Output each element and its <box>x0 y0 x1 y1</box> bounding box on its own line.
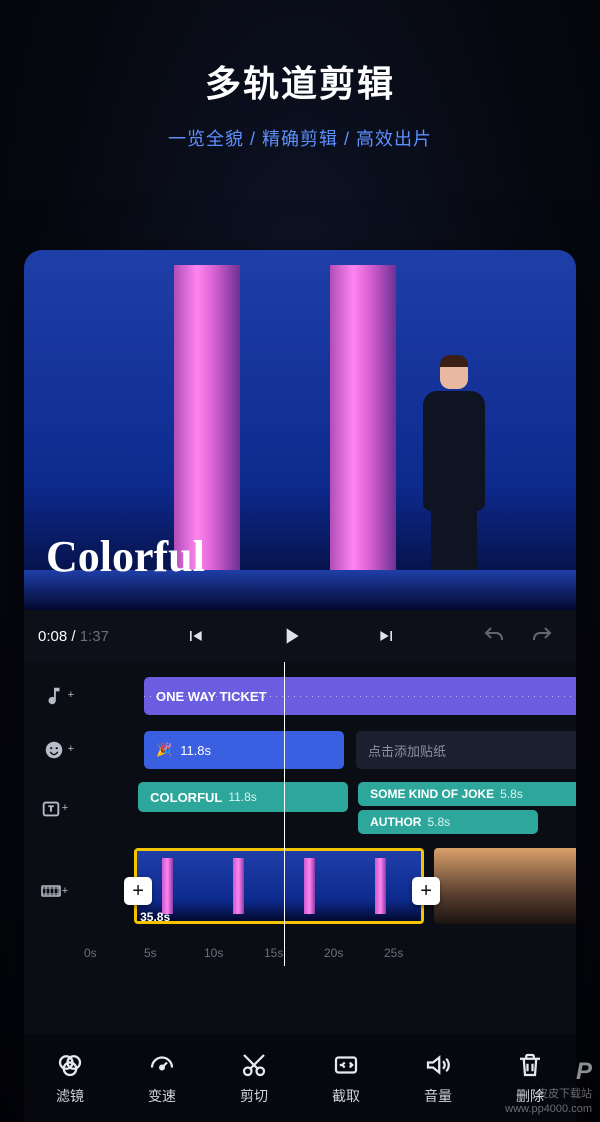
trim-handle-right[interactable]: + <box>412 877 440 905</box>
video-clip-selected[interactable] <box>134 848 424 924</box>
party-icon: 🎉 <box>156 742 172 758</box>
video-preview[interactable]: Colorful <box>24 250 576 610</box>
volume-button[interactable]: 音量 <box>392 1034 484 1122</box>
time-ruler: 0s5s10s15s20s25s <box>24 946 576 960</box>
text-clip[interactable]: COLORFUL11.8s <box>138 782 348 812</box>
track-music: + ONE WAY TICKET <box>24 674 576 718</box>
preview-graphic <box>330 265 396 610</box>
text-clip[interactable]: AUTHOR5.8s <box>358 810 538 834</box>
hero-subtitle: 一览全貌 / 精确剪辑 / 高效出片 <box>0 125 600 151</box>
cut-button[interactable]: 剪切 <box>208 1034 300 1122</box>
overlay-text: Colorful <box>46 531 205 582</box>
filter-button[interactable]: 滤镜 <box>24 1034 116 1122</box>
timecode: 0:08 / 1:37 <box>38 628 109 645</box>
trim-handle-left[interactable]: + <box>124 877 152 905</box>
preview-person <box>414 355 494 580</box>
undo-button[interactable] <box>474 616 514 656</box>
speed-button[interactable]: 变速 <box>116 1034 208 1122</box>
bottom-toolbar: 滤镜 变速 剪切 截取 音量 删除 <box>24 1034 576 1122</box>
track-text: + COLORFUL11.8s SOME KIND OF JOKE5.8s AU… <box>24 782 576 836</box>
video-clip-duration: 35.8s <box>140 910 170 924</box>
timeline-tracks[interactable]: + ONE WAY TICKET + 🎉 11.8s 点击添加贴纸 <box>24 662 576 966</box>
text-clip[interactable]: SOME KIND OF JOKE5.8s <box>358 782 576 806</box>
add-sticker-icon[interactable]: + <box>24 739 84 761</box>
video-clip[interactable] <box>434 848 576 924</box>
track-sticker: + 🎉 11.8s 点击添加贴纸 <box>24 728 576 772</box>
hero-title: 多轨道剪辑 <box>0 55 600 107</box>
watermark: P 皮皮下载站 www.pp4000.com <box>505 1056 592 1116</box>
playhead[interactable] <box>284 662 285 966</box>
play-button[interactable] <box>271 616 311 656</box>
sticker-clip[interactable]: 🎉 11.8s <box>144 731 344 769</box>
add-music-icon[interactable]: + <box>24 685 84 707</box>
music-clip[interactable]: ONE WAY TICKET <box>144 677 576 715</box>
prev-button[interactable] <box>175 616 215 656</box>
track-video: + + + 35.8s <box>24 846 576 936</box>
transport-bar: 0:08 / 1:37 <box>24 610 576 662</box>
next-button[interactable] <box>367 616 407 656</box>
crop-button[interactable]: 截取 <box>300 1034 392 1122</box>
add-sticker-placeholder[interactable]: 点击添加贴纸 <box>356 731 576 769</box>
add-video-icon[interactable]: + <box>24 879 78 903</box>
editor-card: Colorful 0:08 / 1:37 + <box>24 250 576 1122</box>
add-text-icon[interactable]: + <box>24 798 78 820</box>
redo-button[interactable] <box>522 616 562 656</box>
